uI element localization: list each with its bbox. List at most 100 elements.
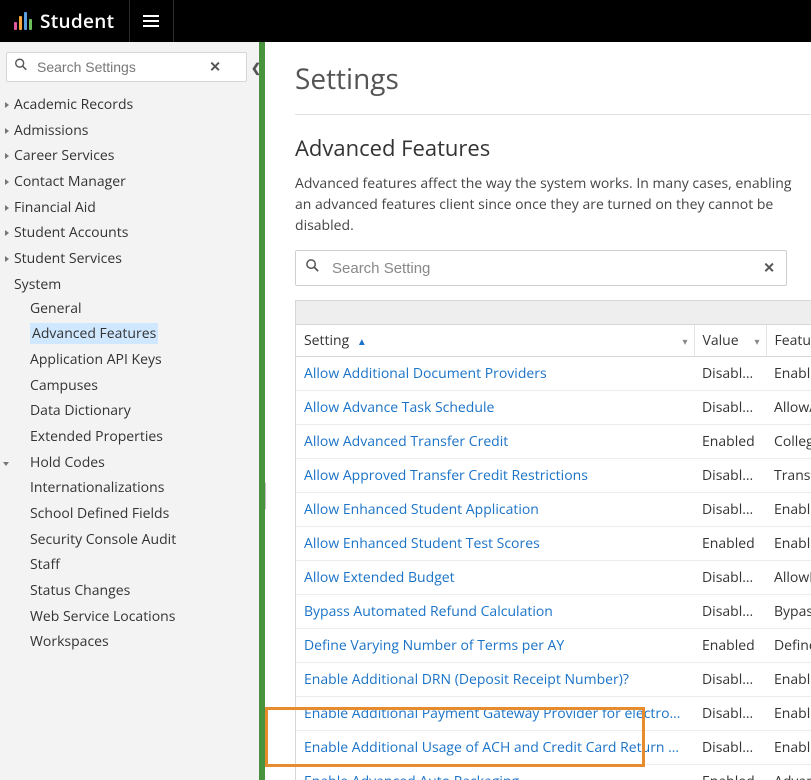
collapse-sidebar-button[interactable]: ❮ [251,59,261,76]
sidebar-subitem-advanced-features[interactable]: Advanced Features [30,321,259,347]
brand-name: Student [40,8,115,34]
sidebar-subitem-data-dictionary[interactable]: Data Dictionary [30,398,259,424]
setting-link[interactable]: Allow Approved Transfer Credit Restricti… [296,459,694,493]
table-row[interactable]: Allow Enhanced Student Test ScoresEnable… [296,527,811,561]
table-row[interactable]: Allow Additional Document ProvidersDisab… [296,357,811,391]
sidebar-item-admissions[interactable]: Admissions [0,118,259,144]
sidebar-subitem-staff[interactable]: Staff [30,552,259,578]
sidebar-subitem-internationalizations[interactable]: Internationalizations [30,475,259,501]
sidebar-item-career-services[interactable]: Career Services [0,143,259,169]
sidebar-item-label: Academic Records [14,95,133,114]
sidebar-item-label: Security Console Audit [30,530,176,549]
setting-link[interactable]: Bypass Automated Refund Calculation [296,595,694,629]
sidebar-item-system[interactable]: System General Advanced Features Applica… [0,272,259,657]
sidebar-subitem-campuses[interactable]: Campuses [30,373,259,399]
sidebar-subitem-security-console-audit[interactable]: Security Console Audit [30,527,259,553]
sidebar-subitem-application-api-keys[interactable]: Application API Keys [30,347,259,373]
setting-link[interactable]: Allow Advance Task Schedule [296,391,694,425]
table-header-row: Setting ▲ ▾ Value ▾ Featu [296,325,811,357]
sidebar-item-label: School Defined Fields [30,504,169,523]
setting-link[interactable]: Allow Advanced Transfer Credit [296,425,694,459]
sidebar-subitem-status-changes[interactable]: Status Changes [30,578,259,604]
table-row[interactable]: Allow Approved Transfer Credit Restricti… [296,459,811,493]
sidebar-subitem-web-service-locations[interactable]: Web Service Locations [30,604,259,630]
sidebar-item-label: Campuses [30,376,98,395]
table-row[interactable]: Bypass Automated Refund CalculationDisab… [296,595,811,629]
setting-feature: Enable [766,493,811,527]
column-header-feature[interactable]: Featu [766,325,811,357]
setting-feature: Colleg [766,425,811,459]
column-header-setting[interactable]: Setting ▲ ▾ [296,325,694,357]
grid-toolbar [296,301,811,325]
sidebar-item-student-accounts[interactable]: Student Accounts [0,220,259,246]
column-label: Featu [775,331,811,350]
chevron-down-icon[interactable]: ▾ [754,334,759,348]
top-bar: Student [0,0,811,42]
sidebar-search: ✕ ❮ [0,42,259,92]
setting-link[interactable]: Enable Additional Usage of ACH and Credi… [296,731,694,765]
setting-link[interactable]: Allow Extended Budget [296,561,694,595]
sidebar-item-label: Student Services [14,249,122,268]
brand[interactable]: Student [0,0,130,42]
table-row[interactable]: Enable Additional DRN (Deposit Receipt N… [296,663,811,697]
sidebar-item-label: Internationalizations [30,478,164,497]
column-label: Setting [304,331,349,350]
setting-value: Enabled [694,629,766,663]
setting-value: Disabled [694,697,766,731]
sidebar-subitem-general[interactable]: General [30,296,259,322]
setting-value: Enabled [694,527,766,561]
setting-feature: AllowA [766,391,811,425]
table-row[interactable]: Enable Additional Usage of ACH and Credi… [296,731,811,765]
setting-value: Enabled [694,765,766,780]
setting-value: Enabled [694,425,766,459]
sidebar: ✕ ❮ Academic Records Admissions Career S… [0,42,262,780]
setting-feature: Define [766,629,811,663]
menu-toggle-button[interactable] [130,0,174,42]
table-row[interactable]: Enable Additional Payment Gateway Provid… [296,697,811,731]
setting-link[interactable]: Define Varying Number of Terms per AY [296,629,694,663]
table-row[interactable]: Allow Advance Task ScheduleDisabledAllow… [296,391,811,425]
setting-value: Disabled [694,391,766,425]
clear-icon[interactable]: ✕ [209,58,221,77]
table-row[interactable]: Allow Extended BudgetDisabledAllowE [296,561,811,595]
table-row[interactable]: Allow Enhanced Student ApplicationDisabl… [296,493,811,527]
setting-link[interactable]: Allow Additional Document Providers [296,357,694,391]
sidebar-item-label: Admissions [14,121,88,140]
setting-link[interactable]: Allow Enhanced Student Test Scores [296,527,694,561]
sidebar-subitem-extended-properties[interactable]: Extended Properties [30,424,259,450]
splitter-handle[interactable] [262,482,266,510]
setting-search-input[interactable] [295,250,787,286]
column-label: Value [703,331,739,350]
setting-link[interactable]: Allow Enhanced Student Application [296,493,694,527]
setting-link[interactable]: Enable Advanced Auto Packaging [296,765,694,780]
setting-value: Disabled [694,731,766,765]
sidebar-subitem-workspaces[interactable]: Workspaces [30,629,259,655]
sidebar-subitem-hold-codes[interactable]: Hold Codes [30,450,259,476]
column-header-value[interactable]: Value ▾ [694,325,766,357]
sidebar-item-academic-records[interactable]: Academic Records [0,92,259,118]
sort-asc-icon: ▲ [357,334,367,348]
sidebar-subitem-school-defined-fields[interactable]: School Defined Fields [30,501,259,527]
section-title: Advanced Features [295,133,811,163]
clear-icon[interactable]: ✕ [763,259,775,278]
setting-feature: Advan [766,765,811,780]
page-title: Settings [295,60,811,98]
sidebar-item-label: Career Services [14,146,114,165]
search-icon [305,258,320,278]
table-row[interactable]: Enable Advanced Auto PackagingEnabledAdv… [296,765,811,780]
sidebar-item-contact-manager[interactable]: Contact Manager [0,169,259,195]
sidebar-item-financial-aid[interactable]: Financial Aid [0,195,259,221]
setting-value: Disabled [694,493,766,527]
hamburger-icon [143,15,159,27]
setting-link[interactable]: Enable Additional DRN (Deposit Receipt N… [296,663,694,697]
sidebar-item-label: Student Accounts [14,223,128,242]
setting-link[interactable]: Enable Additional Payment Gateway Provid… [296,697,694,731]
setting-feature: Enable [766,731,811,765]
sidebar-item-label: Extended Properties [30,427,163,446]
sidebar-item-student-services[interactable]: Student Services [0,246,259,272]
table-row[interactable]: Define Varying Number of Terms per AYEna… [296,629,811,663]
setting-feature: Enable [766,527,811,561]
section-description: Advanced features affect the way the sys… [295,173,811,236]
chevron-down-icon[interactable]: ▾ [682,334,687,348]
table-row[interactable]: Allow Advanced Transfer CreditEnabledCol… [296,425,811,459]
